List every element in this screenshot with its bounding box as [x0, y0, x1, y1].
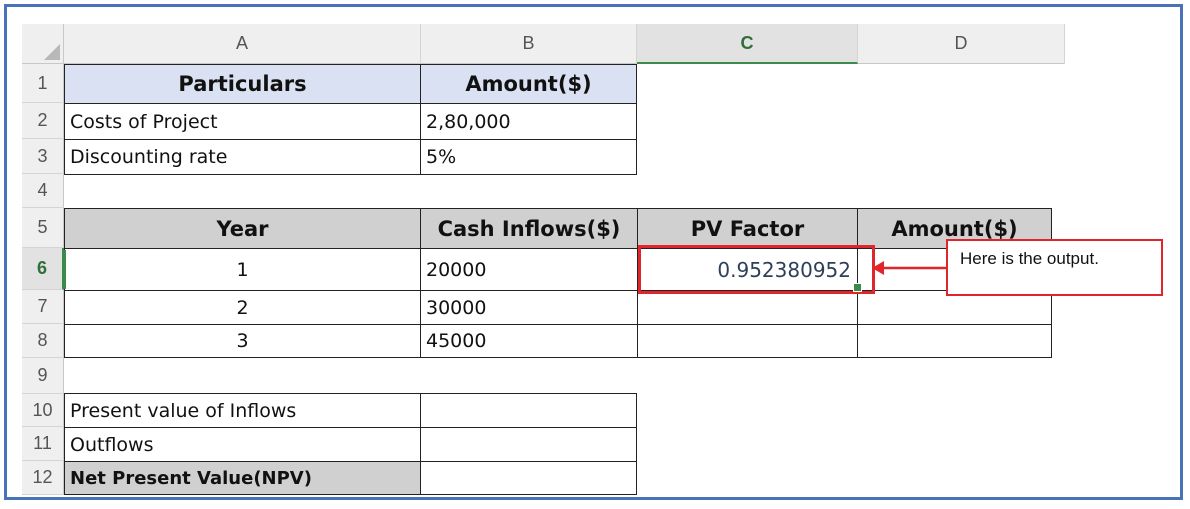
cell-a6-year[interactable]: 1 [64, 248, 421, 291]
cell-b5-inflows-header[interactable]: Cash Inflows($) [420, 208, 638, 249]
cell-b8-inflow[interactable]: 45000 [420, 324, 638, 358]
cell-a2-cost-label[interactable]: Costs of Project [64, 103, 421, 140]
cell-b10-pv-inflows-value[interactable] [420, 393, 637, 428]
row-header-4[interactable]: 4 [22, 174, 64, 208]
column-header-a[interactable]: A [64, 24, 421, 64]
row-header-10[interactable]: 10 [22, 394, 64, 427]
row-header-11[interactable]: 11 [22, 427, 64, 461]
row-header-12[interactable]: 12 [22, 461, 64, 495]
row-header-5[interactable]: 5 [22, 208, 64, 248]
row-header-6[interactable]: 6 [22, 248, 64, 290]
select-all-icon [44, 44, 60, 60]
select-all-corner[interactable] [22, 24, 64, 64]
cell-c5-pv-header[interactable]: PV Factor [637, 208, 858, 249]
cell-b3-rate-value[interactable]: 5% [420, 139, 637, 175]
cell-b6-inflow[interactable]: 20000 [420, 248, 638, 291]
row-header-3[interactable]: 3 [22, 139, 64, 174]
cell-d8-amount[interactable] [857, 324, 1052, 358]
cell-b12-npv-value[interactable] [420, 461, 637, 495]
row-header-8[interactable]: 8 [22, 324, 64, 358]
row-header-9[interactable]: 9 [22, 358, 64, 394]
cell-a8-year[interactable]: 3 [64, 324, 421, 358]
cell-a7-year[interactable]: 2 [64, 290, 421, 325]
cell-a1-particulars-header[interactable]: Particulars [64, 64, 421, 104]
cell-a10-pv-inflows-label[interactable]: Present value of Inflows [64, 393, 421, 428]
cell-a12-npv-label[interactable]: Net Present Value(NPV) [64, 461, 421, 495]
output-highlight-box [638, 245, 875, 294]
cell-b1-amount-header[interactable]: Amount($) [420, 64, 637, 104]
cell-a11-outflows-label[interactable]: Outflows [64, 427, 421, 462]
column-header-d[interactable]: D [858, 24, 1065, 64]
row-6-selection-edge [64, 250, 66, 289]
cell-a3-rate-label[interactable]: Discounting rate [64, 139, 421, 175]
row-header-1[interactable]: 1 [22, 64, 64, 103]
cell-b2-cost-value[interactable]: 2,80,000 [420, 103, 637, 140]
cell-b11-outflows-value[interactable] [420, 427, 637, 462]
cell-c7-pv-factor[interactable] [637, 290, 858, 325]
cell-b7-inflow[interactable]: 30000 [420, 290, 638, 325]
row-header-2[interactable]: 2 [22, 103, 64, 139]
row-header-7[interactable]: 7 [22, 290, 64, 324]
cell-a5-year-header[interactable]: Year [64, 208, 421, 249]
column-header-b[interactable]: B [421, 24, 637, 64]
fill-handle[interactable] [853, 283, 862, 292]
output-callout: Here is the output. [946, 239, 1163, 296]
arrow-icon [872, 261, 948, 275]
column-header-c[interactable]: C [637, 24, 858, 64]
cell-c8-pv-factor[interactable] [637, 324, 858, 358]
